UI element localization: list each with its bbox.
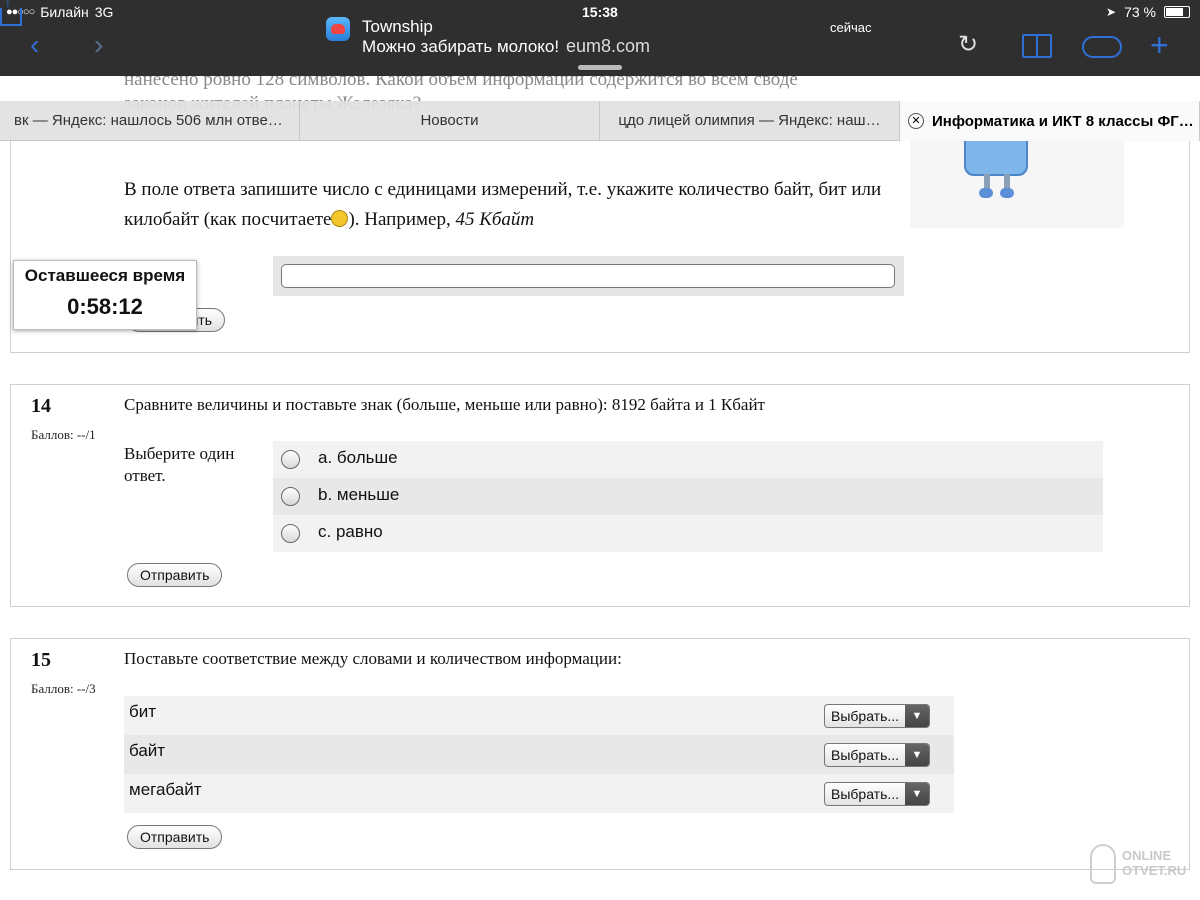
match-word-bit: бит	[129, 702, 157, 721]
bookmarks-icon[interactable]	[1022, 34, 1052, 58]
option-c-label: c. равно	[318, 522, 383, 541]
tab-strip: вк — Яндекс: нашлось 506 млн отве… Новос…	[0, 101, 1200, 141]
reload-button[interactable]: ↻	[958, 30, 978, 60]
address-bar-url[interactable]: eum8.com	[566, 36, 650, 57]
tab-yandex-vk[interactable]: вк — Яндекс: нашлось 506 млн отве…	[0, 101, 300, 141]
q14-options: a. больше b. меньше c. равно	[273, 441, 1103, 552]
top-bar: ●●○○○ Билайн 3G 15:38 ➤ 73 % ‹ › ↑ eum8.…	[0, 0, 1200, 76]
dropdown-arrow-icon[interactable]: ▼	[905, 744, 929, 766]
notification-drag-handle[interactable]	[578, 65, 622, 70]
select-byte[interactable]: Выбрать... ▼	[824, 743, 930, 767]
dropdown-arrow-icon[interactable]: ▼	[905, 705, 929, 727]
match-row-byte: байт Выбрать... ▼	[124, 735, 954, 774]
q15-number: 15	[31, 649, 51, 671]
tab-yandex-olympia[interactable]: цдо лицей олимпия — Яндекс: наш…	[600, 101, 900, 141]
remaining-time-value: 0:58:12	[67, 294, 143, 319]
notification-app-name[interactable]: Township	[362, 17, 433, 37]
q14-points: Баллов: --/1	[31, 427, 96, 442]
radio-c[interactable]	[281, 524, 300, 543]
tab-informatika-label: Информатика и ИКТ 8 классы ФГ…	[932, 112, 1194, 130]
forward-button[interactable]: ›	[94, 30, 103, 60]
battery-icon	[1164, 6, 1190, 18]
question-14: 14 Баллов: --/1 Сравните величины и пост…	[10, 384, 1190, 607]
match-row-megabyte: мегабайт Выбрать... ▼	[124, 774, 954, 813]
match-word-byte: байт	[129, 741, 166, 760]
smiley-icon	[331, 210, 349, 227]
q13-example: 45 Кбайт	[455, 209, 535, 230]
watermark-logo: ONLINE OTVET.RU	[1088, 842, 1198, 894]
battery-percent: 73 %	[1124, 4, 1156, 20]
q14-submit-button[interactable]: Отправить	[127, 563, 223, 587]
new-tab-button[interactable]: +	[1150, 29, 1169, 61]
q15-text: Поставьте соответствие между словами и к…	[124, 649, 622, 668]
q15-points: Баллов: --/3	[31, 681, 96, 696]
q14-number: 14	[31, 395, 51, 417]
status-right: ➤ 73 %	[1106, 4, 1190, 20]
cloud-tabs-icon[interactable]	[1082, 36, 1122, 58]
option-b-label: b. меньше	[318, 485, 400, 504]
carrier-label: Билайн	[40, 4, 89, 20]
township-app-icon[interactable]	[326, 17, 350, 41]
option-b[interactable]: b. меньше	[273, 478, 1103, 515]
remaining-time-label: Оставшееся время	[24, 266, 186, 285]
select-megabyte[interactable]: Выбрать... ▼	[824, 782, 930, 806]
select-bit[interactable]: Выбрать... ▼	[824, 704, 930, 728]
status-time: 15:38	[582, 4, 618, 20]
match-row-bit: бит Выбрать... ▼	[124, 696, 954, 735]
back-button[interactable]: ‹	[30, 30, 39, 60]
tab-informatika[interactable]: ✕ Информатика и ИКТ 8 классы ФГ…	[900, 101, 1200, 141]
tab-news[interactable]: Новости	[300, 101, 600, 141]
notification-message[interactable]: Можно забирать молоко!	[362, 37, 559, 57]
status-left: ●●○○○ Билайн 3G	[6, 4, 113, 20]
network-label: 3G	[94, 4, 114, 20]
match-word-megabyte: мегабайт	[129, 780, 202, 799]
radio-a[interactable]	[281, 450, 300, 469]
q14-text: Сравните величины и поставьте знак (боль…	[124, 395, 765, 414]
q14-prompt: Выберите один ответ.	[124, 444, 235, 485]
q13-answer-area	[273, 256, 904, 296]
radio-b[interactable]	[281, 487, 300, 506]
q15-submit-button[interactable]: Отправить	[127, 825, 223, 849]
option-c[interactable]: c. равно	[273, 515, 1103, 552]
lightbulb-icon	[1090, 844, 1116, 884]
q13-answer-input[interactable]	[281, 264, 895, 288]
q15-match-table: бит Выбрать... ▼ байт Выбрать... ▼ мегаб…	[124, 696, 954, 813]
option-a[interactable]: a. больше	[273, 441, 1103, 478]
option-a-label: a. больше	[318, 448, 398, 467]
q13-text: В поле ответа запишите число с единицами…	[124, 179, 882, 230]
question-15: 15 Баллов: --/3 Поставьте соответствие м…	[10, 638, 1190, 870]
location-icon: ➤	[1106, 5, 1117, 19]
dropdown-arrow-icon[interactable]: ▼	[905, 783, 929, 805]
close-tab-icon[interactable]: ✕	[908, 113, 924, 129]
notification-time: сейчас	[830, 20, 872, 35]
remaining-time-box: Оставшееся время 0:58:12	[13, 260, 197, 330]
